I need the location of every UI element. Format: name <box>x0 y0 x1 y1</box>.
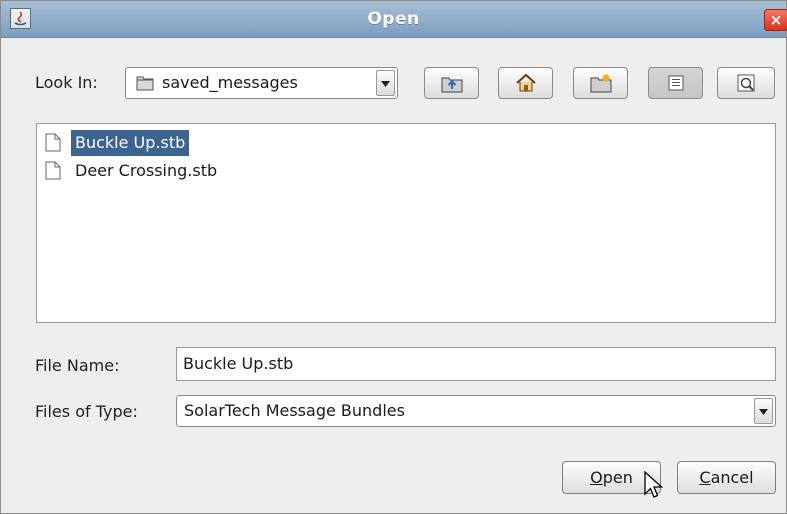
close-icon: × <box>769 11 783 29</box>
list-view-button[interactable] <box>648 67 703 99</box>
home-button[interactable] <box>498 67 553 99</box>
file-list[interactable]: Buckle Up.stb Deer Crossing.stb <box>36 123 776 323</box>
details-view-button[interactable] <box>717 67 775 99</box>
file-name: Deer Crossing.stb <box>75 161 218 180</box>
window-title: Open <box>367 9 420 29</box>
list-view-icon <box>668 75 683 91</box>
folder-icon <box>136 74 154 95</box>
new-folder-button[interactable] <box>573 67 628 99</box>
file-name: Buckle Up.stb <box>71 130 190 156</box>
details-view-icon <box>737 74 755 92</box>
open-dialog: Open × Look In: saved_messages Buckle Up… <box>0 0 787 514</box>
file-name-field[interactable]: Buckle Up.stb <box>176 347 776 381</box>
open-label: pen <box>602 468 633 487</box>
chevron-down-icon <box>759 409 768 415</box>
mouse-cursor-icon <box>644 471 664 498</box>
look-in-combo[interactable]: saved_messages <box>125 67 398 99</box>
files-of-type-combo[interactable]: SolarTech Message Bundles <box>176 395 776 427</box>
home-icon <box>515 73 536 92</box>
files-of-type-dropdown-button[interactable] <box>754 398 773 424</box>
file-name-label: File Name: <box>35 356 120 375</box>
file-icon <box>45 161 61 180</box>
look-in-label: Look In: <box>35 73 98 92</box>
files-of-type-value: SolarTech Message Bundles <box>184 401 405 420</box>
look-in-dropdown-button[interactable] <box>376 70 395 96</box>
file-icon <box>45 133 61 152</box>
chevron-down-icon <box>381 81 390 87</box>
new-folder-icon <box>590 74 611 93</box>
cancel-mnemonic: C <box>699 468 711 487</box>
close-button[interactable]: × <box>764 9 787 31</box>
up-one-level-button[interactable] <box>424 67 479 99</box>
files-of-type-label: Files of Type: <box>35 402 138 421</box>
title-bar[interactable]: Open × <box>1 1 787 38</box>
open-mnemonic: O <box>590 468 603 487</box>
up-one-level-icon <box>441 77 462 93</box>
cancel-label: ancel <box>710 468 754 487</box>
cancel-button[interactable]: Cancel <box>677 461 776 494</box>
file-name-value: Buckle Up.stb <box>183 354 294 373</box>
look-in-value: saved_messages <box>162 73 298 92</box>
